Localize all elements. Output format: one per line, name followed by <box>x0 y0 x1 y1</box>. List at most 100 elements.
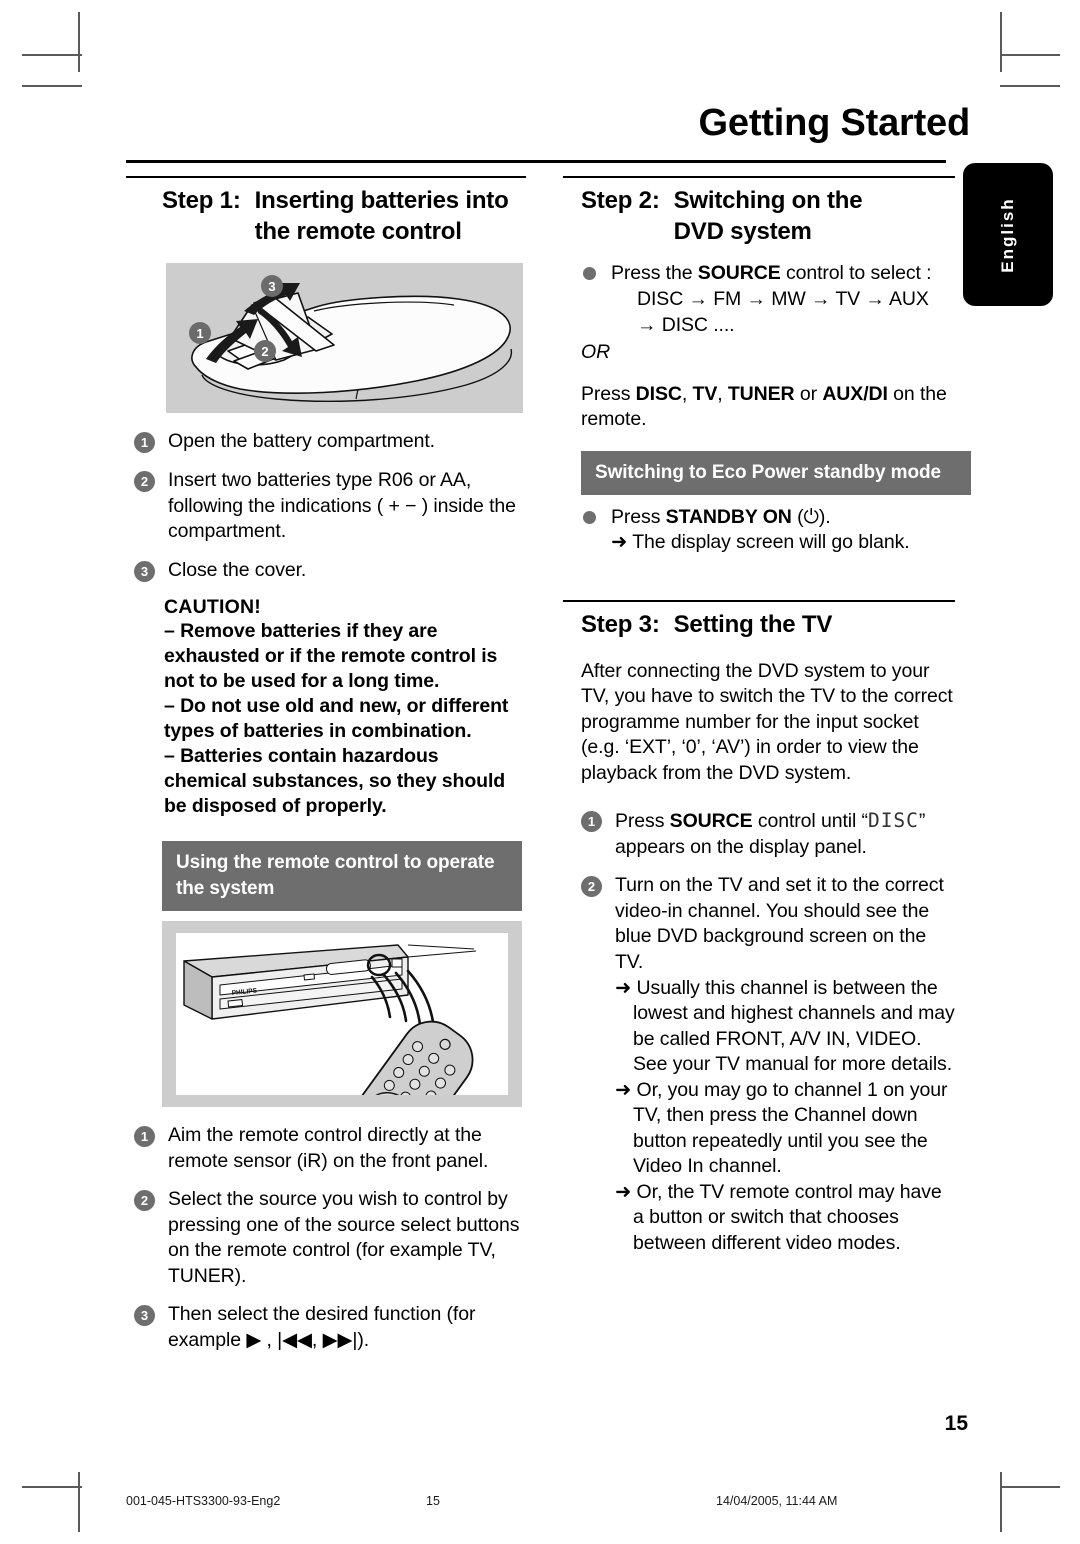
step-2-rule <box>563 176 955 178</box>
step-2-label: Step 2: <box>581 187 660 214</box>
alt-sep-1: , <box>681 382 693 405</box>
footer-page-number: 15 <box>426 1494 440 1508</box>
step-2-title-line1: Switching on the <box>673 187 863 214</box>
list-item: 1 Press SOURCE control until “DISC” appe… <box>581 808 955 860</box>
step-3-rule <box>563 599 955 602</box>
list-item-text: Aim the remote control directly at the r… <box>168 1124 489 1172</box>
list-number: 1 <box>581 811 602 833</box>
list-item: 1 Open the battery compartment. <box>134 429 526 455</box>
subheading-using-remote: Using the remote control to operate the … <box>162 841 522 911</box>
header-divider <box>126 160 946 163</box>
standby-bullet-list: Press STANDBY ON (⏻). ➜ The display scre… <box>581 505 955 556</box>
eco-power-body: Press STANDBY ON (⏻). ➜ The display scre… <box>581 505 955 556</box>
crop-mark-top-left-v <box>78 12 80 72</box>
svg-text:2: 2 <box>261 344 268 359</box>
standby-result: ➜ The display screen will go blank. <box>611 531 910 554</box>
crop-mark-top-left-h2 <box>22 85 82 87</box>
step-3-title: Setting the TV <box>673 610 833 638</box>
list-item-text: Close the cover. <box>168 558 307 581</box>
list-number: 2 <box>134 1190 155 1212</box>
left-column: Step 1: Inserting batteries into the rem… <box>126 176 526 1366</box>
crop-mark-bottom-right-h <box>1000 1486 1060 1488</box>
alt-key-tuner: TUNER <box>727 382 795 405</box>
list-item: 2 Select the source you wish to control … <box>134 1187 526 1289</box>
caution-line: – Remove batteries if they are exhausted… <box>164 620 498 693</box>
step-3-heading: Step 3: Setting the TV <box>563 599 955 641</box>
source-sequence-line2: → DISC .... <box>637 313 735 336</box>
step-3-label: Step 3: <box>581 610 660 638</box>
list-item: 2 Turn on the TV and set it to the corre… <box>581 873 955 1256</box>
bullet-dot-icon <box>583 267 596 281</box>
step-1-title-line2: the remote control <box>254 217 462 245</box>
tv-step-note: ➜ Or, you may go to channel 1 on your TV… <box>615 1078 948 1178</box>
battery-compartment-illustration: 1 2 3 <box>166 263 523 414</box>
list-number: 3 <box>134 1305 155 1327</box>
tv-step-note: ➜ Or, the TV remote control may have a b… <box>615 1180 942 1254</box>
tv-setup-steps-list: 1 Press SOURCE control until “DISC” appe… <box>581 808 955 1256</box>
list-item: 2 Insert two batteries type R06 or AA, f… <box>134 468 526 545</box>
footer-timestamp: 14/04/2005, 11:44 AM <box>716 1494 838 1508</box>
footer: 001-045-HTS3300-93-Eng2 15 14/04/2005, 1… <box>126 1494 950 1508</box>
document-page: Getting Started English Step 1: Insertin… <box>0 0 1080 1544</box>
tv-step-pre: Press <box>615 810 670 833</box>
alt-mid: or <box>794 382 823 405</box>
list-item: 1 Aim the remote control directly at the… <box>134 1123 526 1174</box>
tv-step-note: ➜ Usually this channel is between the lo… <box>615 976 955 1076</box>
step-1-title-line1: Inserting batteries into <box>254 187 509 214</box>
list-number: 2 <box>134 470 155 492</box>
step-1-heading: Step 1: Inserting batteries into the rem… <box>126 176 526 247</box>
bullet-prefix: Press the <box>611 262 698 285</box>
list-number: 3 <box>134 560 155 582</box>
source-sequence-line1: DISC → FM → MW → TV → AUX <box>637 287 929 310</box>
step-2-heading: Step 2: Switching on the DVD system <box>563 176 955 247</box>
bullet-suffix: control to select : <box>780 262 932 285</box>
svg-text:1: 1 <box>196 326 203 341</box>
bullet-dot-icon <box>583 510 596 524</box>
alt-prefix: Press <box>581 382 636 405</box>
right-column: Step 2: Switching on the DVD system Pres… <box>563 176 971 1269</box>
list-item: 3 Then select the desired function (for … <box>134 1302 526 1353</box>
standby-keyword: STANDBY ON <box>665 505 792 528</box>
alt-sep-2: , <box>717 382 728 405</box>
step-3-section: Step 3: Setting the TV After connecting … <box>563 599 955 1256</box>
alt-key-tv: TV <box>692 382 718 405</box>
crop-mark-bottom-left-v <box>78 1472 80 1532</box>
list-item: Press the SOURCE control to select : DIS… <box>581 261 955 338</box>
source-bullet-list: Press the SOURCE control to select : DIS… <box>581 261 955 338</box>
alternate-source-instruction: Press DISC, TV, TUNER or AUX/DI on the r… <box>581 382 955 433</box>
caution-block: CAUTION! – Remove batteries if they are … <box>126 596 526 819</box>
crop-mark-top-right-h2 <box>1000 85 1060 87</box>
standby-prefix: Press <box>611 505 666 528</box>
list-item-text: Insert two batteries type R06 or AA, fol… <box>168 468 516 543</box>
list-item-text: Then select the desired function (for ex… <box>168 1303 476 1351</box>
svg-text:3: 3 <box>268 279 275 294</box>
crop-mark-top-left-h <box>22 54 82 56</box>
crop-mark-bottom-left-h <box>22 1486 82 1488</box>
list-item-text: Select the source you wish to control by… <box>168 1188 520 1287</box>
list-number: 1 <box>134 1126 155 1147</box>
tv-step-mid: control until “ <box>752 810 868 833</box>
step-2-body: Press the SOURCE control to select : DIS… <box>581 261 955 432</box>
subheading-eco-power: Switching to Eco Power standby mode <box>581 450 971 495</box>
or-separator: OR <box>581 341 611 364</box>
list-item: Press STANDBY ON (⏻). ➜ The display scre… <box>581 505 955 556</box>
lcd-disc-text: DISC <box>867 809 919 833</box>
crop-mark-top-right-h <box>1000 54 1060 56</box>
step-3-paragraph: After connecting the DVD system to your … <box>581 659 953 784</box>
footer-file-name: 001-045-HTS3300-93-Eng2 <box>126 1494 281 1508</box>
remote-usage-steps-list: 1 Aim the remote control directly at the… <box>134 1123 526 1353</box>
page-number: 15 <box>944 1412 968 1435</box>
list-item: 3 Close the cover. <box>134 558 526 584</box>
source-keyword: SOURCE <box>697 262 781 285</box>
step-1-rule <box>126 176 526 178</box>
dvd-player-illustration: PHILIPS <box>162 921 522 1107</box>
alt-key-disc: DISC <box>635 382 682 405</box>
battery-steps-list: 1 Open the battery compartment. 2 Insert… <box>134 429 526 583</box>
list-item-text: Open the battery compartment. <box>168 430 435 453</box>
figure-inner-plate: PHILIPS <box>176 933 508 1107</box>
list-number: 1 <box>134 432 155 454</box>
step-1-label: Step 1: <box>162 187 241 214</box>
caution-title: CAUTION! <box>164 596 261 619</box>
list-number: 2 <box>581 876 602 898</box>
dvd-player-remote-svg: PHILIPS <box>183 944 477 1107</box>
